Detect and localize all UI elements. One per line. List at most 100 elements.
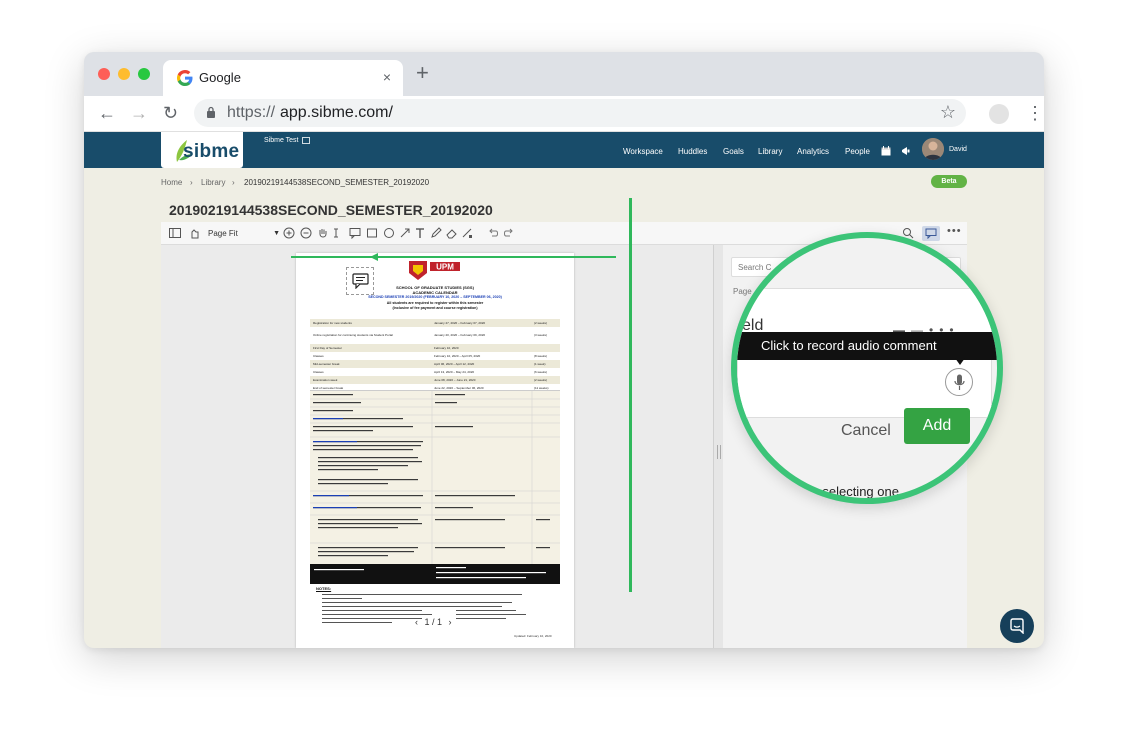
eraser-tool-icon[interactable] bbox=[446, 227, 458, 239]
nav-goals[interactable]: Goals bbox=[723, 147, 744, 156]
text-select-icon[interactable] bbox=[330, 227, 342, 239]
table-cell: January 20, 2020 – February 09, 2020 bbox=[434, 333, 486, 337]
table-cell: (2 weeks) bbox=[534, 378, 548, 382]
cancel-button[interactable]: Cancel bbox=[841, 422, 891, 440]
table-cell: Classes bbox=[313, 370, 324, 374]
panel-hint-text: by selecting one bbox=[805, 484, 899, 499]
upm-logo-text: UPM bbox=[436, 263, 454, 272]
sidebar-toggle-icon[interactable] bbox=[169, 227, 181, 239]
tab-title: Google bbox=[199, 70, 241, 85]
table-row: Registration for new students January 27,… bbox=[310, 319, 560, 327]
drag-handle-icon[interactable] bbox=[717, 445, 721, 459]
chat-support-button[interactable] bbox=[1000, 609, 1034, 643]
microphone-icon bbox=[954, 374, 965, 390]
user-name[interactable]: David bbox=[949, 146, 967, 153]
bookmark-star-icon[interactable]: ☆ bbox=[940, 102, 956, 123]
notes-title: NOTES: bbox=[316, 586, 332, 591]
table-cell: January 27, 2020 – February 07, 2020 bbox=[434, 321, 486, 325]
chat-icon bbox=[1010, 618, 1024, 634]
megaphone-icon[interactable] bbox=[901, 146, 911, 156]
comments-icon bbox=[925, 228, 937, 239]
close-window-button[interactable] bbox=[98, 68, 110, 80]
record-audio-button[interactable] bbox=[945, 368, 973, 396]
nav-library[interactable]: Library bbox=[758, 147, 782, 156]
maximize-window-button[interactable] bbox=[138, 68, 150, 80]
ellipse-tool-icon[interactable] bbox=[383, 227, 395, 239]
table-row: Online registration for continuing stude… bbox=[310, 331, 560, 339]
address-bar[interactable]: https:// app.sibme.com/ ☆ bbox=[194, 99, 966, 127]
calendar-icon[interactable] bbox=[881, 146, 891, 156]
app-header: sibme Sibme Test Workspace Huddles Goals… bbox=[84, 132, 1044, 168]
nav-workspace[interactable]: Workspace bbox=[623, 147, 663, 156]
beta-badge: Beta bbox=[931, 175, 967, 188]
tab-close-icon[interactable]: × bbox=[383, 69, 391, 85]
page-title: 20190219144538SECOND_SEMESTER_20192020 bbox=[169, 202, 493, 218]
arrow-tool-icon[interactable] bbox=[399, 227, 411, 239]
comment-annotation[interactable] bbox=[346, 267, 374, 295]
browser-menu-icon[interactable]: ⋮ bbox=[1026, 103, 1044, 123]
end-of-semester-banner bbox=[310, 564, 560, 584]
page-semester: SECOND SEMESTER 2019/2020 (FEBRUARY 10, … bbox=[368, 295, 502, 299]
forward-arrow-icon[interactable]: → bbox=[130, 103, 148, 123]
next-page-button[interactable]: › bbox=[449, 617, 452, 627]
callout-arrow-icon bbox=[370, 253, 378, 261]
pan-tool-icon[interactable] bbox=[189, 227, 201, 239]
page-indicator: 1 / 1 bbox=[424, 617, 443, 627]
table-row: Classes April 13, 2020 – May 24, 2020 (6 w… bbox=[310, 368, 560, 376]
profile-avatar-icon[interactable] bbox=[989, 104, 1009, 124]
prev-page-button[interactable]: ‹ bbox=[415, 617, 418, 627]
audio-tooltip: Click to record audio comment bbox=[737, 332, 997, 360]
account-name[interactable]: Sibme Test bbox=[264, 137, 299, 144]
table-cell: Registration for new students bbox=[313, 321, 352, 325]
table-row: Mid-semester break April 06, 2020 – April… bbox=[310, 360, 560, 368]
nav-analytics[interactable]: Analytics bbox=[797, 147, 829, 156]
callout-vertical-line bbox=[629, 198, 632, 592]
table-cell: Classes bbox=[313, 354, 324, 358]
table-cell: (2 weeks) bbox=[534, 321, 548, 325]
comment-tool-icon[interactable] bbox=[349, 227, 361, 239]
shape-tool-icon[interactable] bbox=[461, 227, 473, 239]
zoom-out-icon[interactable] bbox=[300, 227, 312, 239]
minimize-window-button[interactable] bbox=[118, 68, 130, 80]
chevron-down-icon: ▼ bbox=[273, 230, 280, 237]
url-scheme: https:// bbox=[227, 104, 276, 121]
pen-tool-icon[interactable] bbox=[430, 227, 442, 239]
tooltip-pointer bbox=[955, 358, 965, 365]
switch-account-icon[interactable] bbox=[302, 137, 310, 144]
new-tab-button[interactable]: + bbox=[416, 62, 429, 84]
zoom-select[interactable]: Page Fit ▼ bbox=[208, 227, 280, 240]
more-options-icon[interactable]: ••• bbox=[947, 225, 962, 237]
redo-icon[interactable] bbox=[503, 227, 515, 239]
back-arrow-icon[interactable]: ← bbox=[98, 103, 116, 123]
reload-icon[interactable]: ↻ bbox=[163, 103, 178, 123]
zoom-in-icon[interactable] bbox=[283, 227, 295, 239]
nav-huddles[interactable]: Huddles bbox=[678, 147, 707, 156]
calendar-table-body bbox=[310, 390, 560, 565]
navigation-bar: ← → ↻ https:// app.sibme.com/ ☆ ⋮ bbox=[84, 96, 1044, 132]
page-note: (Inclusive of fee payment and course reg… bbox=[392, 306, 478, 310]
table-row: Examination week June 08, 2020 – June 21,… bbox=[310, 376, 560, 384]
panel-splitter[interactable] bbox=[713, 245, 723, 648]
breadcrumb-library[interactable]: Library bbox=[201, 178, 225, 187]
text-tool-icon[interactable] bbox=[414, 227, 426, 239]
table-cell: June 08, 2020 – June 21, 2020 bbox=[434, 378, 476, 382]
table-row: Classes February 10, 2020 – April 05, 202… bbox=[310, 352, 560, 360]
callout-connector-line bbox=[291, 256, 616, 258]
breadcrumb-home[interactable]: Home bbox=[161, 178, 182, 187]
sibme-logo[interactable]: sibme bbox=[161, 132, 243, 168]
banner-lines bbox=[314, 567, 546, 579]
browser-tab[interactable]: Google × bbox=[163, 60, 403, 96]
table-cell: April 06, 2020 – April 12, 2020 bbox=[434, 362, 475, 366]
pager: ‹ 1 / 1 › bbox=[415, 617, 452, 627]
table-cell: Examination week bbox=[313, 378, 338, 382]
add-button[interactable]: Add bbox=[904, 408, 970, 444]
nav-people[interactable]: People bbox=[845, 147, 870, 156]
comments-panel-toggle[interactable] bbox=[922, 226, 940, 241]
document-page[interactable]: UPM SCHOOL OF GRADUATE STUDIES (SGS) ACA… bbox=[296, 253, 574, 648]
upm-logo: UPM bbox=[409, 261, 460, 280]
google-icon bbox=[177, 70, 193, 86]
rectangle-tool-icon[interactable] bbox=[366, 227, 378, 239]
undo-icon[interactable] bbox=[487, 227, 499, 239]
hand-tool-icon[interactable] bbox=[317, 227, 329, 239]
user-avatar[interactable] bbox=[922, 138, 944, 160]
